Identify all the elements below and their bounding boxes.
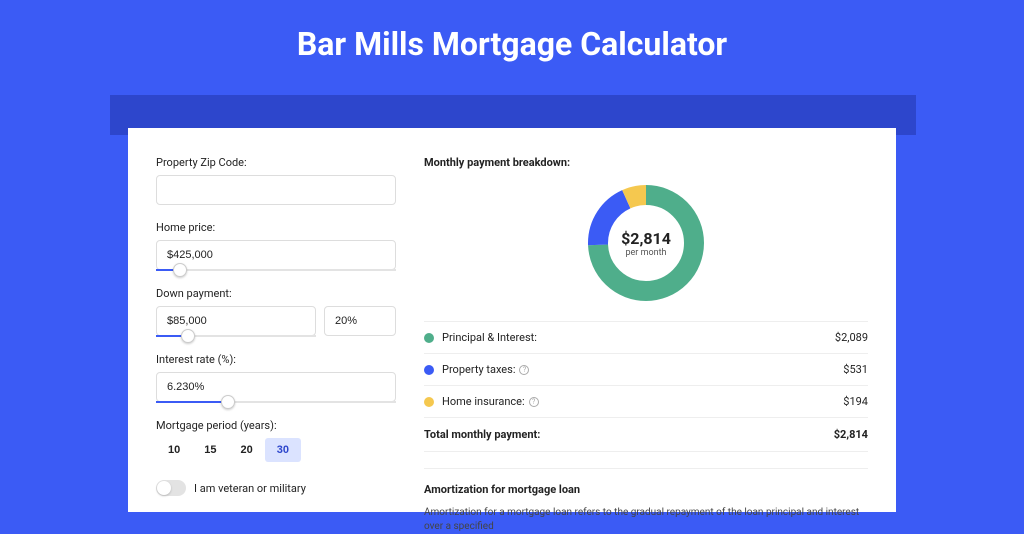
info-icon[interactable]: ?	[529, 397, 539, 407]
home-price-input[interactable]	[156, 240, 396, 270]
zip-field: Property Zip Code:	[156, 156, 396, 205]
donut-center: $2,814 per month	[586, 183, 706, 303]
page-title: Bar Mills Mortgage Calculator	[0, 0, 1024, 81]
interest-rate-label: Interest rate (%):	[156, 353, 396, 366]
mortgage-period-label: Mortgage period (years):	[156, 419, 396, 432]
interest-rate-slider[interactable]	[156, 401, 396, 403]
zip-input[interactable]	[156, 175, 396, 205]
period-button-10[interactable]: 10	[156, 438, 192, 462]
slider-knob[interactable]	[181, 329, 195, 343]
total-row: Total monthly payment: $2,814	[424, 417, 868, 452]
legend-dot	[424, 365, 434, 375]
home-price-field: Home price:	[156, 221, 396, 271]
donut-amount: $2,814	[621, 229, 671, 248]
interest-rate-field: Interest rate (%):	[156, 353, 396, 403]
input-form: Property Zip Code: Home price: Down paym…	[156, 156, 396, 512]
down-payment-field: Down payment:	[156, 287, 396, 337]
total-label: Total monthly payment:	[424, 428, 834, 441]
down-payment-input[interactable]	[156, 306, 316, 336]
home-price-slider[interactable]	[156, 269, 396, 271]
amortization-text: Amortization for a mortgage loan refers …	[424, 506, 868, 534]
down-payment-label: Down payment:	[156, 287, 396, 300]
donut-chart-wrap: $2,814 per month	[424, 183, 868, 303]
amortization-title: Amortization for mortgage loan	[424, 483, 868, 496]
donut-sub: per month	[625, 248, 666, 258]
mortgage-period-field: Mortgage period (years): 10152030	[156, 419, 396, 462]
row-value: $194	[843, 395, 868, 408]
donut-chart: $2,814 per month	[586, 183, 706, 303]
home-price-label: Home price:	[156, 221, 396, 234]
breakdown-panel: Monthly payment breakdown: $2,814 per mo…	[424, 156, 868, 512]
breakdown-title: Monthly payment breakdown:	[424, 156, 868, 169]
zip-label: Property Zip Code:	[156, 156, 396, 169]
row-label: Principal & Interest:	[442, 331, 835, 344]
breakdown-row: Principal & Interest:$2,089	[424, 321, 868, 353]
period-button-15[interactable]: 15	[192, 438, 228, 462]
veteran-row: I am veteran or military	[156, 480, 396, 496]
calculator-card: Property Zip Code: Home price: Down paym…	[128, 128, 896, 512]
breakdown-rows: Principal & Interest:$2,089Property taxe…	[424, 321, 868, 417]
down-payment-pct-input[interactable]	[324, 306, 396, 336]
row-label: Home insurance: ?	[442, 395, 843, 408]
total-value: $2,814	[834, 428, 868, 441]
info-icon[interactable]: ?	[519, 365, 529, 375]
veteran-label: I am veteran or military	[194, 482, 306, 495]
slider-knob[interactable]	[173, 263, 187, 277]
breakdown-row: Property taxes: ?$531	[424, 353, 868, 385]
legend-dot	[424, 333, 434, 343]
veteran-toggle[interactable]	[156, 480, 186, 496]
amortization-section: Amortization for mortgage loan Amortizat…	[424, 468, 868, 534]
period-buttons: 10152030	[156, 438, 396, 462]
period-button-30[interactable]: 30	[265, 438, 301, 462]
period-button-20[interactable]: 20	[229, 438, 265, 462]
slider-knob[interactable]	[221, 395, 235, 409]
row-label: Property taxes: ?	[442, 363, 843, 376]
legend-dot	[424, 397, 434, 407]
row-value: $2,089	[835, 331, 868, 344]
interest-rate-input[interactable]	[156, 372, 396, 402]
row-value: $531	[843, 363, 868, 376]
toggle-knob	[157, 481, 171, 495]
breakdown-row: Home insurance: ?$194	[424, 385, 868, 417]
down-payment-slider[interactable]	[156, 335, 316, 337]
